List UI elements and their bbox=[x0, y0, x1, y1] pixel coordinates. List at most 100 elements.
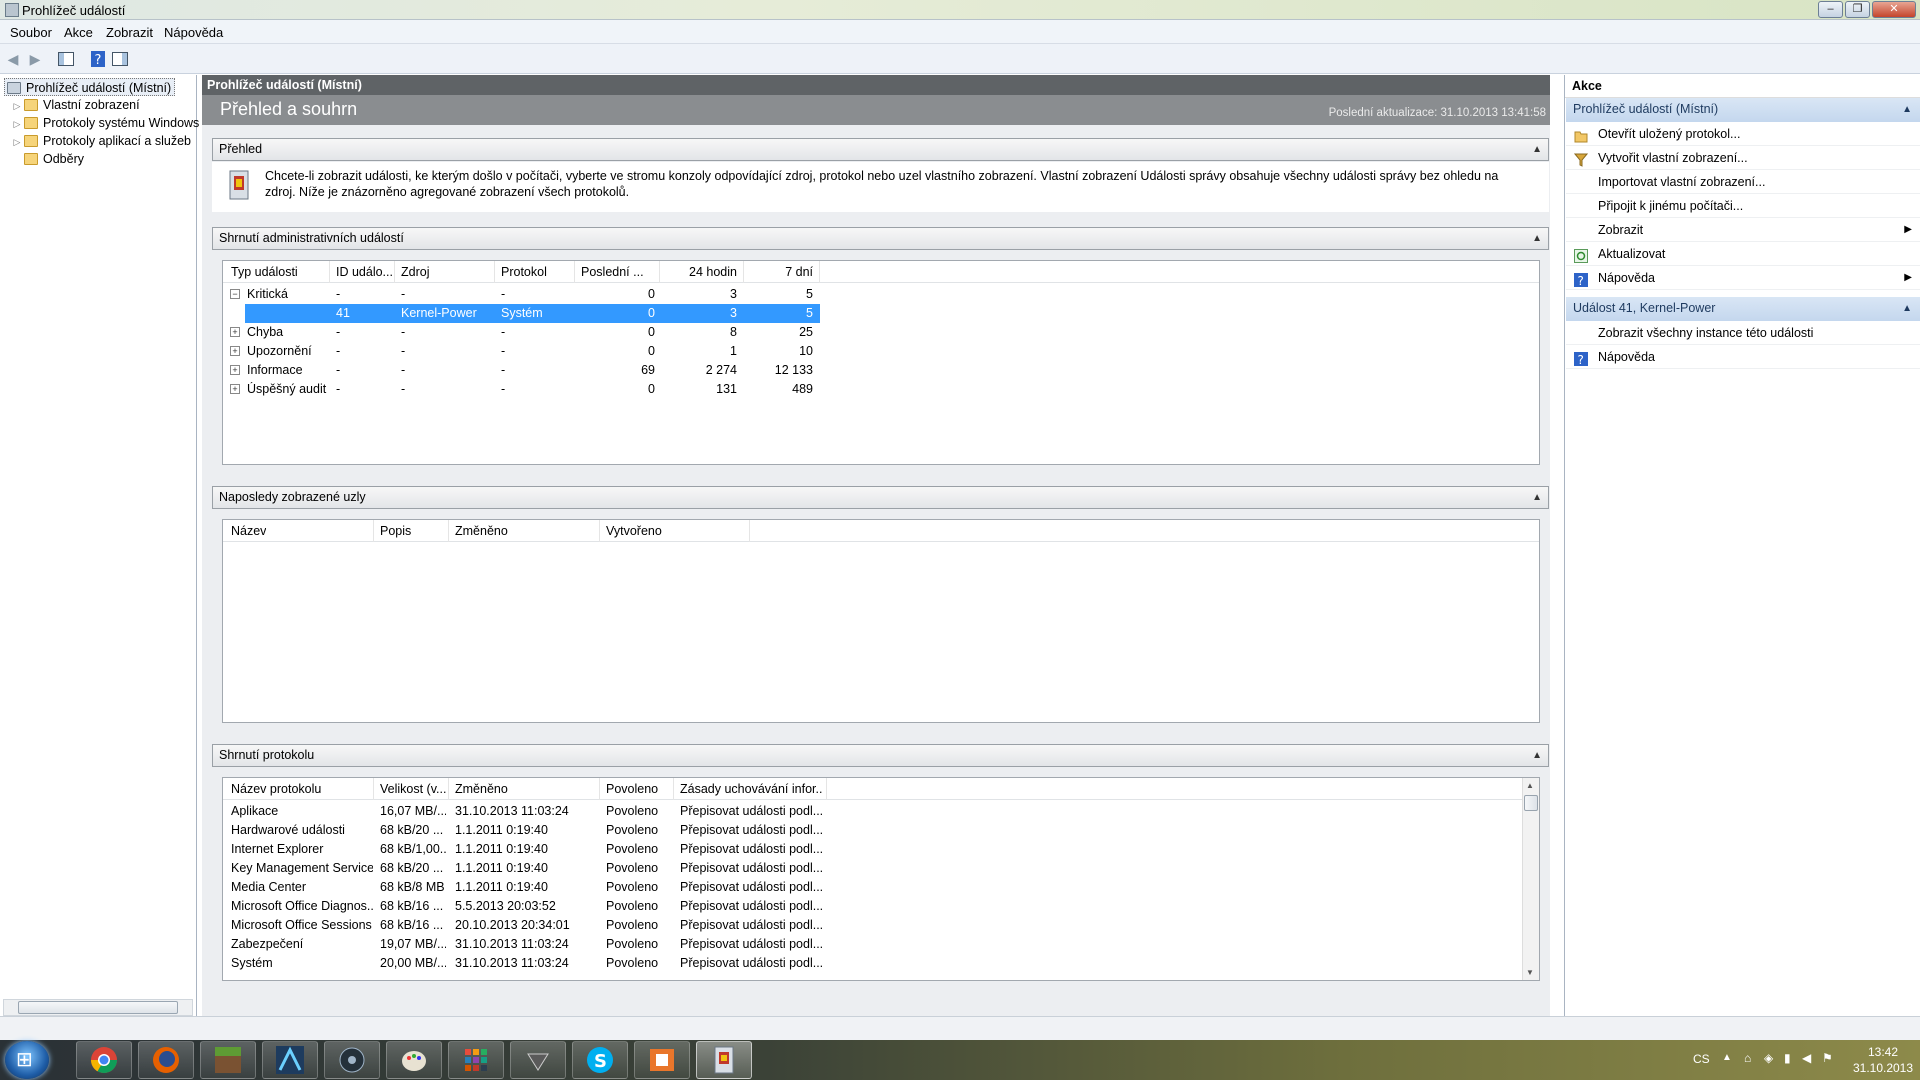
log-row[interactable]: Zabezpečení 19,07 MB/... 31.10.2013 11:03:… bbox=[223, 935, 1523, 954]
start-button[interactable]: ⊞ bbox=[5, 1041, 49, 1079]
media-player-icon[interactable] bbox=[324, 1041, 380, 1079]
log-row[interactable]: Aplikace 16,07 MB/... 31.10.2013 11:03:24 P… bbox=[223, 802, 1523, 821]
col-log-name[interactable]: Název protokolu bbox=[231, 782, 321, 796]
log-vertical-scrollbar[interactable]: ▲ ▼ bbox=[1522, 778, 1539, 980]
log-row[interactable]: Internet Explorer 68 kB/1,00... 1.1.2011 0… bbox=[223, 840, 1523, 859]
action-view[interactable]: Zobrazit ▶ bbox=[1566, 218, 1920, 242]
forward-icon[interactable]: ▶ bbox=[25, 49, 45, 69]
collapse-icon[interactable]: − bbox=[230, 289, 240, 299]
section-admin-header[interactable]: Shrnutí administrativních událostí ▲ bbox=[212, 227, 1549, 250]
world-of-tanks-icon[interactable] bbox=[510, 1041, 566, 1079]
collapse-icon[interactable]: ▲ bbox=[1532, 487, 1542, 508]
log-row[interactable]: Hardwarové události 68 kB/20 ... 1.1.2011 … bbox=[223, 821, 1523, 840]
scroll-down-icon[interactable]: ▼ bbox=[1526, 968, 1534, 977]
admin-event-row[interactable]: + Chyba - - - 0 8 25 bbox=[223, 323, 823, 342]
scrollbar-thumb[interactable] bbox=[18, 1001, 178, 1014]
tree-horizontal-scrollbar[interactable] bbox=[3, 999, 193, 1016]
firefox-icon[interactable] bbox=[138, 1041, 194, 1079]
menu-akce[interactable]: Akce bbox=[64, 25, 93, 40]
action-import-custom-view[interactable]: Importovat vlastní zobrazení... bbox=[1566, 170, 1920, 194]
col-source[interactable]: Zdroj bbox=[401, 265, 429, 279]
maximize-button[interactable]: ❐ bbox=[1845, 1, 1870, 18]
action-create-custom-view[interactable]: Vytvořit vlastní zobrazení... bbox=[1566, 146, 1920, 170]
help-icon[interactable]: ? bbox=[88, 49, 108, 69]
log-row[interactable]: Microsoft Office Diagnos... 68 kB/16 ... 5… bbox=[223, 897, 1523, 916]
show-hide-tree-icon[interactable] bbox=[56, 49, 76, 69]
expand-icon[interactable]: + bbox=[230, 384, 240, 394]
section-logs-header[interactable]: Shrnutí protokolu ▲ bbox=[212, 744, 1549, 767]
col-description[interactable]: Popis bbox=[380, 524, 411, 538]
admin-event-row[interactable]: + Upozornění - - - 0 1 10 bbox=[223, 342, 823, 361]
paint-icon[interactable] bbox=[386, 1041, 442, 1079]
collapse-icon[interactable]: ▲ bbox=[1902, 98, 1912, 121]
tree-root[interactable]: Prohlížeč událostí (Místní) bbox=[4, 78, 176, 96]
col-name[interactable]: Název bbox=[231, 524, 266, 538]
col-7d[interactable]: 7 dní bbox=[745, 265, 813, 279]
collapse-icon[interactable]: ▲ bbox=[1532, 745, 1542, 766]
network-icon[interactable]: ⌂ bbox=[1744, 1051, 1751, 1065]
col-enabled[interactable]: Povoleno bbox=[606, 782, 658, 796]
game-icon[interactable] bbox=[262, 1041, 318, 1079]
collapse-icon[interactable]: ▲ bbox=[1532, 228, 1542, 249]
close-button[interactable]: ✕ bbox=[1872, 1, 1916, 18]
expand-icon[interactable]: ▷ bbox=[10, 133, 24, 151]
shield-icon[interactable]: ◈ bbox=[1764, 1051, 1773, 1065]
action-center-icon[interactable]: ⚑ bbox=[1822, 1051, 1833, 1065]
action-help[interactable]: ? Nápověda ▶ bbox=[1566, 266, 1920, 290]
section-overview-header[interactable]: Přehled ▲ bbox=[212, 138, 1549, 161]
clock-time[interactable]: 13:42 bbox=[1858, 1045, 1908, 1059]
scrollbar-thumb[interactable] bbox=[1524, 795, 1538, 811]
section-recent-header[interactable]: Naposledy zobrazené uzly ▲ bbox=[212, 486, 1549, 509]
admin-event-row[interactable]: + Informace - - - 69 2 274 12 133 bbox=[223, 361, 823, 380]
scroll-up-icon[interactable]: ▲ bbox=[1526, 781, 1534, 790]
col-changed[interactable]: Změněno bbox=[455, 782, 508, 796]
action-open-saved-log[interactable]: Otevřít uložený protokol... bbox=[1566, 122, 1920, 146]
action-help-event[interactable]: ? Nápověda bbox=[1566, 345, 1920, 369]
col-size[interactable]: Velikost (v... bbox=[380, 782, 446, 796]
wireless-icon[interactable]: ▮ bbox=[1784, 1051, 1791, 1065]
expand-icon[interactable]: + bbox=[230, 327, 240, 337]
action-connect-computer[interactable]: Připojit k jinému počítači... bbox=[1566, 194, 1920, 218]
tree-item-windows-logs[interactable]: ▷ Protokoly systému Windows bbox=[10, 114, 200, 133]
col-retention[interactable]: Zásady uchovávání infor... bbox=[680, 782, 822, 796]
menu-napoveda[interactable]: Nápověda bbox=[164, 25, 223, 40]
chrome-icon[interactable] bbox=[76, 1041, 132, 1079]
actions-group-event-viewer[interactable]: Prohlížeč událostí (Místní) ▲ bbox=[1566, 98, 1920, 122]
event-viewer-taskbar-icon[interactable] bbox=[696, 1041, 752, 1079]
back-icon[interactable]: ◀ bbox=[3, 49, 23, 69]
expand-icon[interactable]: ▷ bbox=[10, 97, 24, 115]
col-last[interactable]: Poslední ... bbox=[581, 265, 655, 279]
admin-event-row[interactable]: − Kritická - - - 0 3 5 bbox=[223, 285, 823, 304]
col-changed[interactable]: Změněno bbox=[455, 524, 508, 538]
col-type[interactable]: Typ události bbox=[231, 265, 298, 279]
expand-icon[interactable]: + bbox=[230, 365, 240, 375]
show-hidden-icons-icon[interactable]: ▲ bbox=[1722, 1052, 1732, 1063]
collapse-icon[interactable]: ▲ bbox=[1532, 139, 1542, 160]
log-row[interactable]: Systém 20,00 MB/... 31.10.2013 11:03:24 Pov… bbox=[223, 954, 1523, 973]
minimize-button[interactable]: – bbox=[1818, 1, 1843, 18]
expand-icon[interactable]: + bbox=[230, 346, 240, 356]
admin-event-row[interactable]: + Úspěšný audit - - -0 131 489 bbox=[223, 380, 823, 399]
tree-item-subscriptions[interactable]: Odběry bbox=[24, 150, 84, 168]
tree-item-app-logs[interactable]: ▷ Protokoly aplikací a služeb bbox=[10, 132, 191, 150]
col-created[interactable]: Vytvořeno bbox=[606, 524, 662, 538]
volume-icon[interactable]: ◀ bbox=[1802, 1051, 1811, 1065]
action-refresh[interactable]: Aktualizovat bbox=[1566, 242, 1920, 266]
expand-icon[interactable]: ▷ bbox=[10, 115, 24, 133]
col-id[interactable]: ID událo... bbox=[336, 265, 393, 279]
tree-item-custom-views[interactable]: ▷ Vlastní zobrazení bbox=[10, 96, 140, 114]
col-log[interactable]: Protokol bbox=[501, 265, 547, 279]
log-row[interactable]: Microsoft Office Sessions 68 kB/16 ... 20.… bbox=[223, 916, 1523, 935]
language-indicator[interactable]: CS bbox=[1693, 1052, 1710, 1066]
log-row[interactable]: Key Management Service 68 kB/20 ... 1.1.20… bbox=[223, 859, 1523, 878]
log-row[interactable]: Media Center 68 kB/8 MB 1.1.2011 0:19:40 Po… bbox=[223, 878, 1523, 897]
clock-date[interactable]: 31.10.2013 bbox=[1843, 1061, 1920, 1075]
skype-icon[interactable]: S bbox=[572, 1041, 628, 1079]
menu-zobrazit[interactable]: Zobrazit bbox=[106, 25, 153, 40]
admin-event-row[interactable]: 41 Kernel-Power Systém 0 3 5 bbox=[223, 304, 823, 323]
minecraft-icon[interactable] bbox=[200, 1041, 256, 1079]
show-hide-action-pane-icon[interactable] bbox=[110, 49, 130, 69]
menu-soubor[interactable]: Soubor bbox=[10, 25, 52, 40]
apps-grid-icon[interactable] bbox=[448, 1041, 504, 1079]
action-show-all-instances[interactable]: Zobrazit všechny instance této události bbox=[1566, 321, 1920, 345]
